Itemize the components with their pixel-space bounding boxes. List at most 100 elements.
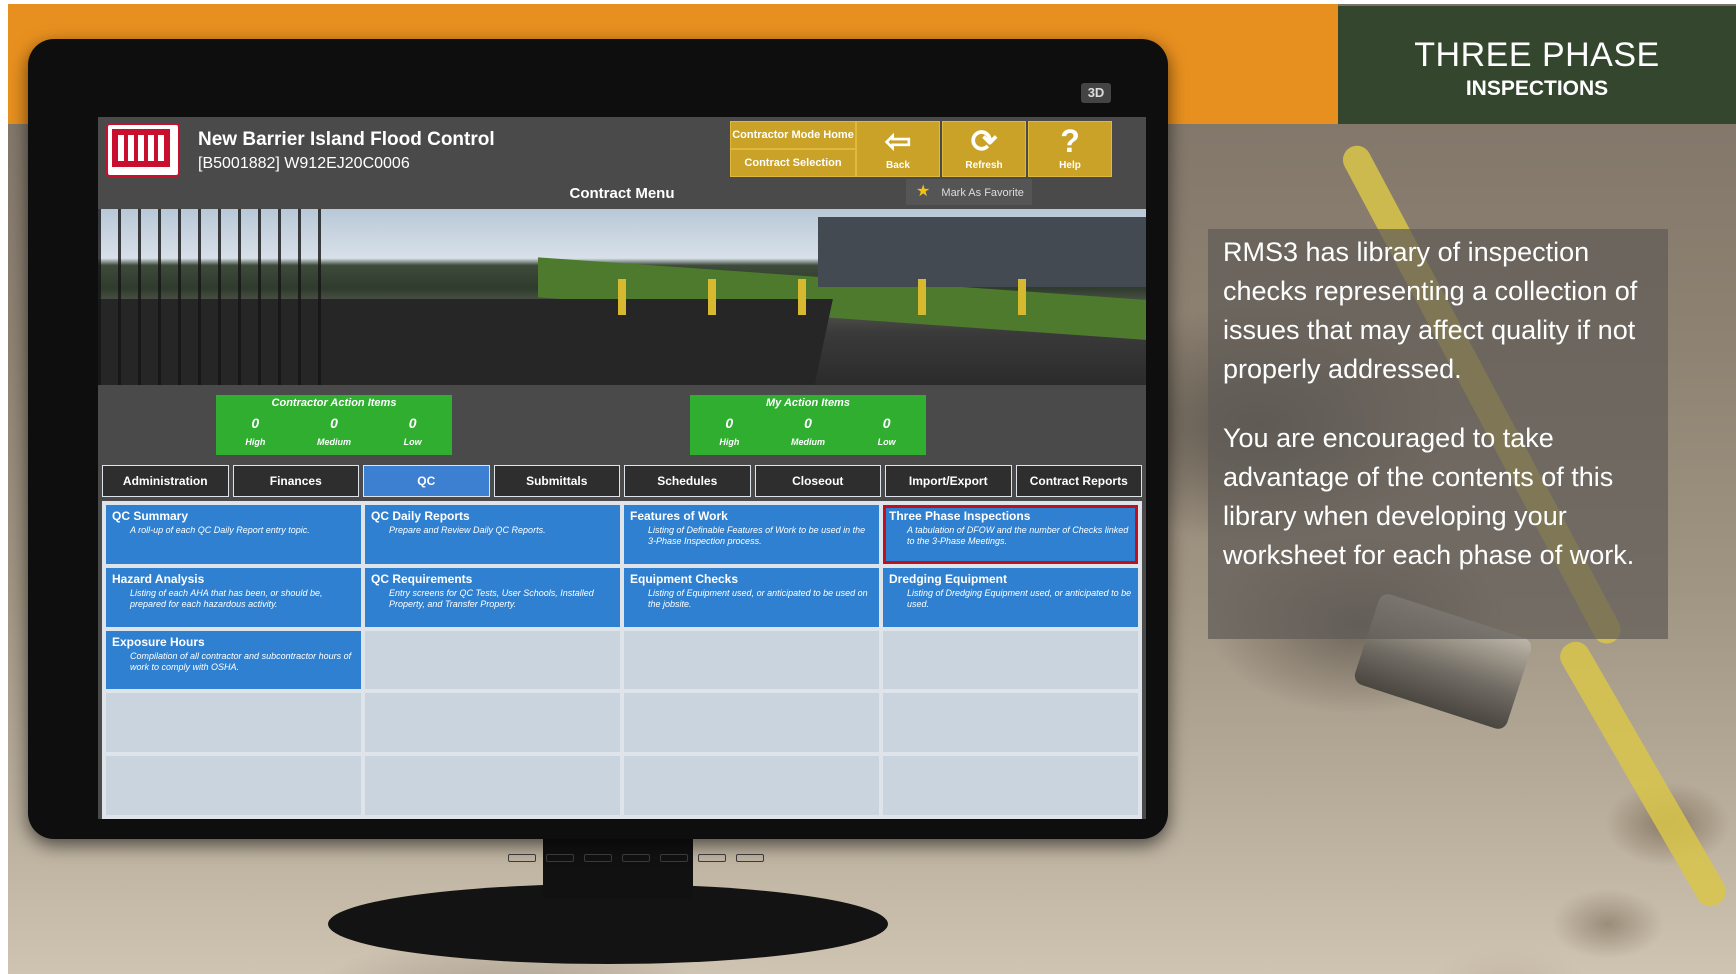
tile-title: Exposure Hours xyxy=(112,634,205,649)
tile-equipment-checks[interactable]: Equipment Checks Listing of Equipment use… xyxy=(624,567,879,627)
tile-title: QC Daily Reports xyxy=(371,509,470,523)
priority-label: Low xyxy=(877,437,896,447)
priority-label: High xyxy=(719,437,740,447)
action-item-low[interactable]: 0 Low xyxy=(857,415,917,447)
bollard xyxy=(708,279,716,315)
back-label: Back xyxy=(886,160,910,171)
contractor-mode-home-button[interactable]: Contractor Mode Home xyxy=(730,121,856,149)
monitor-button xyxy=(546,854,574,862)
monitor-buttons xyxy=(508,854,764,862)
count: 0 xyxy=(804,415,812,431)
slide-title-line1: THREE PHASE xyxy=(1414,36,1660,74)
priority-label: High xyxy=(245,437,266,447)
tile-description: A roll-up of each QC Daily Report entry … xyxy=(130,525,310,535)
refresh-icon: ⟳ xyxy=(970,123,998,159)
monitor-stand-neck xyxy=(543,839,693,899)
tile-three-phase-inspections[interactable]: Three Phase Inspections A tabulation of D… xyxy=(883,505,1138,564)
refresh-label: Refresh xyxy=(965,160,1003,171)
empty-tile xyxy=(106,693,361,753)
empty-tile xyxy=(883,693,1138,753)
monitor-3d-badge: 3D xyxy=(1081,83,1111,103)
app-screen: New Barrier Island Flood Control [B50018… xyxy=(98,117,1146,819)
tab-contract-reports[interactable]: Contract Reports xyxy=(1015,465,1142,497)
tab-closeout[interactable]: Closeout xyxy=(754,465,881,497)
tile-exposure-hours[interactable]: Exposure Hours Compilation of all contrac… xyxy=(106,630,361,690)
castle-icon xyxy=(118,135,164,161)
empty-tile xyxy=(624,630,879,690)
empty-tile xyxy=(883,630,1138,690)
tile-description: Listing of Dredging Equipment used, or a… xyxy=(907,587,1132,609)
tab-schedules[interactable]: Schedules xyxy=(624,465,751,497)
tab-qc[interactable]: QC xyxy=(363,465,490,497)
empty-tile xyxy=(883,756,1138,815)
info-paragraph: RMS3 has library of inspection checks re… xyxy=(1223,237,1638,384)
tile-title: Three Phase Inspections xyxy=(889,509,1031,523)
empty-tile xyxy=(365,756,620,815)
count: 0 xyxy=(725,415,734,431)
bollard xyxy=(618,279,626,315)
count: 0 xyxy=(251,415,260,431)
tile-qc-summary[interactable]: QC Summary A roll-up of each QC Daily Rep… xyxy=(106,505,361,564)
empty-tile xyxy=(365,693,620,753)
tile-hazard-analysis[interactable]: Hazard Analysis Listing of each AHA that … xyxy=(106,567,361,627)
count: 0 xyxy=(408,415,417,431)
contract-selection-button[interactable]: Contract Selection xyxy=(730,149,856,177)
tile-qc-requirements[interactable]: QC Requirements Entry screens for QC Test… xyxy=(365,567,620,627)
tile-title: QC Requirements xyxy=(371,571,473,586)
back-button[interactable]: ⇦ Back xyxy=(856,121,940,177)
slide-title-line2: INSPECTIONS xyxy=(1465,77,1609,100)
app-header: New Barrier Island Flood Control [B50018… xyxy=(98,117,1146,187)
tile-title: QC Summary xyxy=(112,509,189,523)
tab-administration[interactable]: Administration xyxy=(102,465,229,497)
info-paragraph: You are encouraged to take advantage of … xyxy=(1223,423,1635,570)
photo-lock-structure xyxy=(818,217,1146,287)
photo-fence xyxy=(98,209,338,385)
contractor-action-items[interactable]: Contractor Action Items 0 High 0 Medium 0 L… xyxy=(216,395,452,455)
bollard xyxy=(918,279,926,315)
my-action-items[interactable]: My Action Items 0 High 0 Medium 0 Low xyxy=(690,395,926,455)
my-action-items-title: My Action Items xyxy=(766,397,850,409)
tile-title: Hazard Analysis xyxy=(112,571,205,586)
mark-favorite-button[interactable]: ★ Mark As Favorite xyxy=(906,179,1032,205)
empty-tile xyxy=(624,756,879,815)
favorite-label: Mark As Favorite xyxy=(941,187,1024,199)
tab-submittals[interactable]: Submittals xyxy=(493,465,620,497)
back-arrow-icon: ⇦ xyxy=(884,123,912,159)
project-title: New Barrier Island Flood Control xyxy=(198,129,495,150)
tile-features-of-work[interactable]: Features of Work Listing of Definable Fea… xyxy=(624,505,879,564)
empty-tile xyxy=(365,630,620,690)
monitor-button xyxy=(508,854,536,862)
action-item-medium[interactable]: 0 Medium xyxy=(778,415,838,447)
tile-dredging-equipment[interactable]: Dredging Equipment Listing of Dredging Eq… xyxy=(883,567,1138,627)
tile-title: Dredging Equipment xyxy=(889,571,1007,586)
monitor-button xyxy=(660,854,688,862)
action-item-medium[interactable]: 0 Medium xyxy=(304,415,364,447)
help-button[interactable]: ? Help xyxy=(1028,121,1112,177)
action-item-high[interactable]: 0 High xyxy=(699,415,759,447)
priority-label: Medium xyxy=(316,437,351,447)
action-item-low[interactable]: 0 Low xyxy=(383,415,443,447)
bollard xyxy=(1018,279,1026,315)
monitor-button xyxy=(622,854,650,862)
monitor-button xyxy=(736,854,764,862)
empty-tile xyxy=(624,693,879,753)
tile-description: Compilation of all contractor and subcon… xyxy=(130,650,352,672)
tab-import-export[interactable]: Import/Export xyxy=(885,465,1012,497)
qc-tile-grid: QC Summary A roll-up of each QC Daily Rep… xyxy=(102,501,1142,819)
count: 0 xyxy=(330,415,338,431)
tab-finances[interactable]: Finances xyxy=(232,465,359,497)
contract-banner-photo xyxy=(98,209,1146,385)
monitor-button xyxy=(584,854,612,862)
count: 0 xyxy=(882,415,891,431)
project-id: [B5001882] W912EJ20C0006 xyxy=(198,155,410,172)
tile-description: Prepare and Review Daily QC Reports. xyxy=(389,525,546,535)
tile-description: Listing of each AHA that has been, or sh… xyxy=(130,587,323,609)
slide-title: THREE PHASE INSPECTIONS xyxy=(1338,6,1736,124)
star-icon: ★ xyxy=(916,183,931,200)
priority-label: Medium xyxy=(790,437,825,447)
action-item-high[interactable]: 0 High xyxy=(225,415,285,447)
bollard xyxy=(798,279,806,315)
refresh-button[interactable]: ⟳ Refresh xyxy=(942,121,1026,177)
tile-qc-daily-reports[interactable]: QC Daily Reports Prepare and Review Daily… xyxy=(365,505,620,564)
tile-description: A tabulation of DFOW and the number of C… xyxy=(907,525,1129,546)
